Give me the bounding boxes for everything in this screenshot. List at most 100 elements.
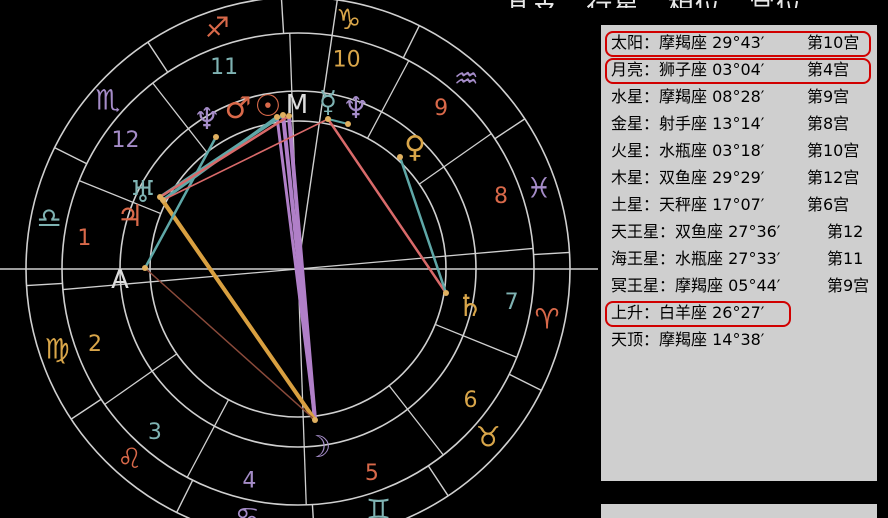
planet-position-panel: 太阳：摩羯座 29°43′ 第10宫 月亮：狮子座 03°04′ 第4宫 水星：摩羯座 … [601,25,877,481]
sign-separator-line [147,41,169,73]
sign-separator-line [533,251,570,256]
zodiac-sign-glyph: ♎ [37,201,62,234]
natal-chart-wheel: ♑♒♓♈♉♊♋♌♍♎♏♐ 109876543211211 ☉♂♆ M ☿ ♆♀♄☽A♅… [0,0,598,518]
house-cusp-line [186,399,230,478]
planet-glyph-neptune-a: ♆ [194,102,221,137]
zodiac-sign-glyph: ♊ [366,493,391,518]
row-highlight-box [605,58,871,84]
tab-0[interactable]: 其支 [505,0,559,8]
sign-separator-line [26,282,63,287]
house-number: 12 [111,128,139,153]
house-cusp-line [297,247,534,270]
zodiac-sign-glyph: ♓ [526,171,551,204]
house-number: 3 [148,420,162,445]
secondary-panel [601,504,877,518]
sign-separator-line [176,479,194,513]
zodiac-sign-glyph: ♉ [476,420,501,453]
sign-separator-line [427,465,449,497]
planet-glyph-mercury: ☿ [319,85,337,120]
planet-row-house: 第9宫 [827,276,870,295]
planet-glyph-midheaven: M [286,90,308,120]
planet-glyph-sun: ☉ [255,89,282,124]
planet-row[interactable]: 天王星：双鱼座 27°36′ 第12 [611,219,873,245]
planet-row[interactable]: 海王星：水瓶座 27°33′ 第11 [611,246,873,272]
planet-row-house: 第11 [827,249,864,268]
planet-row-label: 水星：摩羯座 08°28′ [611,87,765,106]
planet-glyph-ascendant: A [111,265,129,295]
planet-row-house: 第9宫 [807,87,850,106]
house-number: 2 [88,332,102,357]
tab-houses[interactable]: 宫位 [749,0,803,8]
planet-anchor-dot [397,154,403,160]
house-number: 9 [434,96,448,121]
zodiac-sign-glyph: ♋ [235,501,260,518]
house-cusp-line [62,268,299,291]
planet-anchor-dot [312,417,318,423]
sign-separator-line [402,25,420,59]
sign-separator-line [280,0,285,34]
zodiac-sign-glyph: ♑ [336,3,361,36]
planet-row-label: 木星：双鱼座 29°29′ [611,168,765,187]
house-cusp-line [388,385,444,456]
planet-row-label: 土星：天秤座 17°07′ [611,195,765,214]
row-highlight-box [605,301,791,327]
sign-separator-line [70,398,102,420]
house-number: 5 [365,461,379,486]
planet-anchor-dot [160,197,166,203]
planet-row[interactable]: 冥王星：摩羯座 05°44′ 第9宫 [611,273,873,299]
planet-row[interactable]: 火星：水瓶座 03°18′ 第10宫 [611,138,873,164]
planet-row-label: 火星：水瓶座 03°18′ [611,141,765,160]
zodiac-sign-glyph: ♐ [205,11,230,44]
house-number: 7 [505,290,519,315]
planet-anchor-dot [142,265,148,271]
house-cusp-line [434,323,518,359]
zodiac-sign-glyph: ♈ [534,303,559,336]
planet-glyph-saturn: ♄ [457,289,484,324]
aspect-line [326,117,448,295]
planet-row-house: 第10宫 [807,141,860,160]
house-number: 6 [464,388,478,413]
planet-glyph-venus: ♀ [404,130,426,165]
sign-separator-line [508,373,542,391]
house-number: 1 [77,226,91,251]
planet-row[interactable]: 土星：天秤座 17°07′ 第6宫 [611,192,873,218]
meridian-axis-line [297,0,338,270]
planet-glyph-jupiter: ♃ [117,199,144,234]
zodiac-sign-glyph: ♏ [95,84,120,117]
planet-row-house: 第12 [827,222,864,241]
aspect-line [158,114,291,199]
sign-separator-line [494,118,526,140]
planet-row-house: 第8宫 [807,114,850,133]
planet-row-label: 天王星：双鱼座 27°36′ [611,222,781,241]
house-number: 8 [494,184,508,209]
planet-glyph-mars: ♂ [225,91,252,126]
planet-row-label: 冥王星：摩羯座 05°44′ [611,276,781,295]
planet-glyph-neptune-b: ♆ [343,91,370,126]
tab-aspects[interactable]: 相位 [668,0,722,8]
zodiac-sign-glyph: ♌ [117,442,142,475]
planet-row[interactable]: 水星：摩羯座 08°28′ 第9宫 [611,84,873,110]
house-number: 10 [333,48,361,73]
aspect-lines [142,112,449,423]
planet-row-label: 金星：射手座 13°14′ [611,114,765,133]
planet-row-label: 天顶：摩羯座 14°38′ [611,330,765,349]
planet-row[interactable]: 木星：双鱼座 29°29′ 第12宫 [611,165,873,191]
planet-anchor-dot [443,290,449,296]
tab-planets[interactable]: 行星 [586,0,640,8]
planet-row-house: 第6宫 [807,195,850,214]
planet-row[interactable]: 天顶：摩羯座 14°38′ [611,327,873,353]
top-tab-bar: 其支 行星 相位 宫位 [505,0,888,8]
planet-row[interactable]: 金星：射手座 13°14′ 第8宫 [611,111,873,137]
house-cusp-line [366,60,410,139]
house-cusp-line [104,353,178,405]
house-number: 11 [210,55,238,80]
sign-separator-line [311,504,314,518]
zodiac-sign-glyph: ♍ [45,333,70,366]
house-number: 4 [242,468,256,493]
row-highlight-box [605,31,871,57]
house-cusp-line [418,133,492,185]
zodiac-sign-glyph: ♒ [454,62,479,95]
planet-row-label: 海王星：水瓶座 27°33′ [611,249,781,268]
sign-separator-line [54,147,88,165]
planet-glyph-moon: ☽ [305,430,332,465]
